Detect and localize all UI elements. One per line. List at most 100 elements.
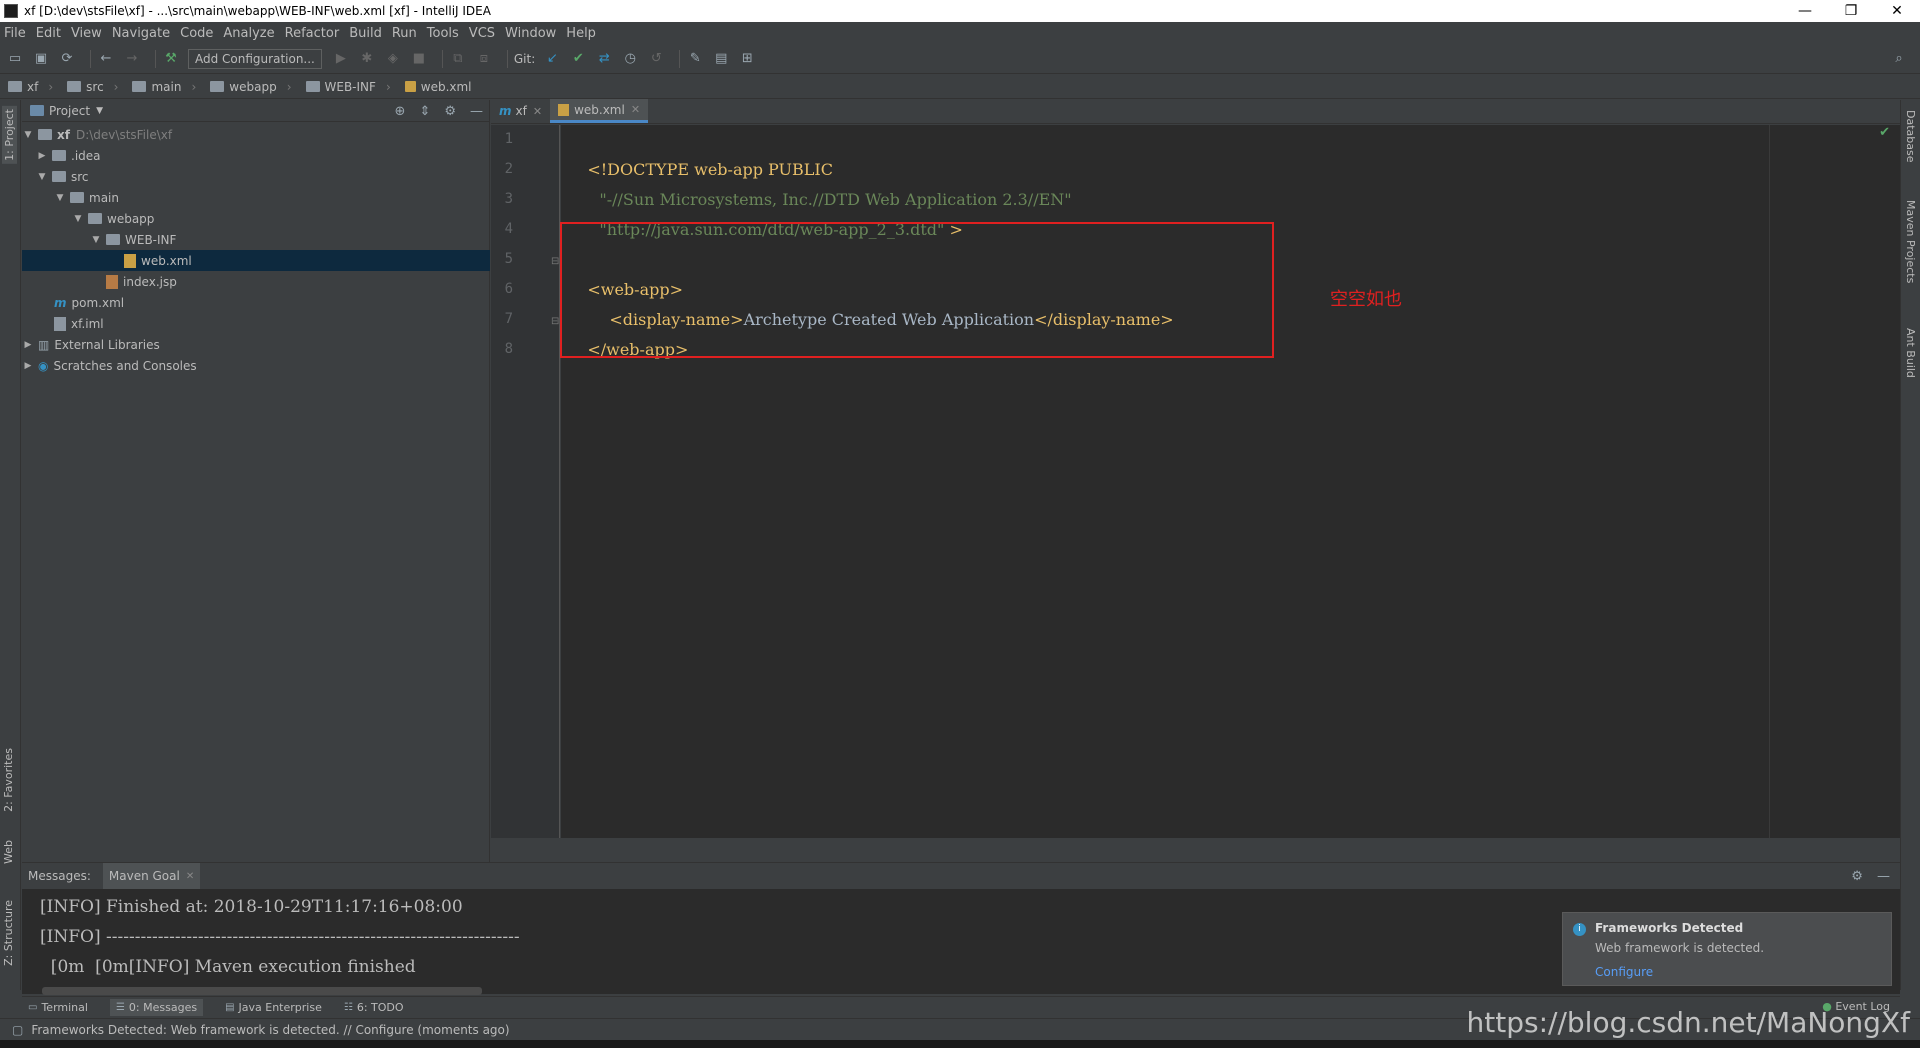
tree-expand-arrow[interactable]: ▼ <box>90 235 102 245</box>
tool-tab-project[interactable]: 1: Project <box>2 106 17 164</box>
tree-expand-arrow[interactable]: ▼ <box>72 214 84 224</box>
chevron-down-icon[interactable]: ▼ <box>96 106 103 116</box>
menu-navigate[interactable]: Navigate <box>112 26 170 41</box>
maven-icon: m <box>499 104 512 118</box>
profiler-icon[interactable]: ⧈ <box>475 50 493 68</box>
hide-panel-icon[interactable]: — <box>1877 869 1890 884</box>
tree-expand-arrow[interactable]: ▶ <box>22 361 34 371</box>
history-clock-icon[interactable]: ◷ <box>621 50 639 68</box>
tree-item-web-xml[interactable]: web.xml <box>22 250 490 271</box>
gear-icon[interactable]: ⚙ <box>1851 869 1863 884</box>
code-line-1: <!DOCTYPE web-app PUBLIC <box>587 160 833 179</box>
tree-expand-arrow[interactable]: ▶ <box>22 340 34 350</box>
tool-tab-messages[interactable]: ☰ 0: Messages <box>109 999 204 1016</box>
tree-expand-arrow[interactable]: ▼ <box>22 130 34 140</box>
coverage-icon[interactable]: ◈ <box>384 50 402 68</box>
stop-icon[interactable]: ■ <box>410 50 428 68</box>
tree-item-web-inf[interactable]: ▼ WEB-INF <box>22 229 490 250</box>
project-view-selector[interactable]: Project <box>49 104 90 118</box>
breadcrumb-item[interactable]: webapp › <box>210 80 292 94</box>
run-icon[interactable]: ▶ <box>332 50 350 68</box>
line-number: 2 <box>504 161 513 177</box>
menu-tools[interactable]: Tools <box>427 26 459 41</box>
gear-icon[interactable]: ⚙ <box>444 104 456 119</box>
save-icon[interactable]: ▣ <box>32 50 50 68</box>
revert-icon[interactable]: ↺ <box>647 50 665 68</box>
tool-tab-web[interactable]: Web <box>2 840 15 864</box>
breadcrumb-item[interactable]: web.xml <box>404 80 472 94</box>
tree-item-main[interactable]: ▼ main <box>22 187 490 208</box>
tool-tab-structure[interactable]: Z: Structure <box>2 900 15 966</box>
close-tab-icon[interactable]: ✕ <box>533 105 542 118</box>
hide-panel-icon[interactable]: — <box>470 104 483 119</box>
collapse-all-icon[interactable]: ⇕ <box>419 104 430 119</box>
forward-icon[interactable]: → <box>123 50 141 68</box>
build-hammer-icon[interactable]: ⚒ <box>162 50 180 68</box>
tree-expand-arrow[interactable]: ▼ <box>36 172 48 182</box>
menu-analyze[interactable]: Analyze <box>223 26 274 41</box>
breadcrumb-item[interactable]: xf › <box>8 80 53 94</box>
menu-edit[interactable]: Edit <box>36 26 61 41</box>
menu-file[interactable]: File <box>4 26 26 41</box>
tree-item-index-jsp[interactable]: index.jsp <box>22 271 490 292</box>
tool-tab-todo[interactable]: ☷ 6: TODO <box>344 1001 404 1014</box>
menu-refactor[interactable]: Refactor <box>285 26 340 41</box>
tool-tab-terminal[interactable]: ▭ Terminal <box>28 1001 88 1014</box>
git-update-icon[interactable]: ↙ <box>543 50 561 68</box>
add-configuration-button[interactable]: Add Configuration... <box>188 48 322 69</box>
tree-item-idea[interactable]: ▶ .idea <box>22 145 490 166</box>
folder-icon <box>106 234 120 245</box>
back-icon[interactable]: ← <box>97 50 115 68</box>
breadcrumb-item[interactable]: src › <box>67 80 118 94</box>
git-compare-icon[interactable]: ⇄ <box>595 50 613 68</box>
locate-file-icon[interactable]: ⊕ <box>395 104 406 119</box>
debug-icon[interactable]: ✱ <box>358 50 376 68</box>
menu-run[interactable]: Run <box>392 26 417 41</box>
sdk-icon[interactable]: ⊞ <box>738 50 756 68</box>
menu-code[interactable]: Code <box>180 26 213 41</box>
right-margin-guide <box>1769 125 1770 838</box>
search-everywhere-icon[interactable]: ⌕ <box>1890 50 1908 68</box>
tool-tab-java-enterprise[interactable]: ▤ Java Enterprise <box>225 1001 322 1014</box>
close-tab-icon[interactable]: ✕ <box>186 871 194 882</box>
tree-item-xf[interactable]: ▼ xf D:\dev\stsFile\xf <box>22 124 490 145</box>
menu-vcs[interactable]: VCS <box>469 26 495 41</box>
tree-item-scratches[interactable]: ▶ ◉ Scratches and Consoles <box>22 355 490 376</box>
settings-wrench-icon[interactable]: ✎ <box>686 50 704 68</box>
tool-tab-database[interactable]: Database <box>1904 110 1917 163</box>
breadcrumb-item[interactable]: WEB-INF › <box>305 80 391 94</box>
menu-help[interactable]: Help <box>566 26 596 41</box>
project-structure-icon[interactable]: ▤ <box>712 50 730 68</box>
menu-build[interactable]: Build <box>349 26 382 41</box>
configure-link[interactable]: Configure <box>1595 965 1653 979</box>
menu-view[interactable]: View <box>71 26 102 41</box>
tree-item-external-libraries[interactable]: ▶ ▥ External Libraries <box>22 334 490 355</box>
tree-item-pom-xml[interactable]: m pom.xml <box>22 292 490 313</box>
horizontal-scrollbar[interactable] <box>42 987 482 995</box>
editor-tab-web-xml[interactable]: web.xml ✕ <box>550 99 649 123</box>
fold-marker-icon[interactable]: ⊟ <box>551 256 559 267</box>
tool-tab-ant[interactable]: Ant Build <box>1904 328 1917 378</box>
tree-expand-arrow[interactable]: ▼ <box>54 193 66 203</box>
attach-debugger-icon[interactable]: ⧉ <box>449 50 467 68</box>
tree-item-src[interactable]: ▼ src <box>22 166 490 187</box>
maven-goal-tab[interactable]: Maven Goal ✕ <box>102 863 201 889</box>
tool-tab-maven[interactable]: Maven Projects <box>1904 200 1917 283</box>
menu-window[interactable]: Window <box>505 26 556 41</box>
tree-item-xf-iml[interactable]: xf.iml <box>22 313 490 334</box>
open-folder-icon[interactable]: ▭ <box>6 50 24 68</box>
close-button[interactable]: ✕ <box>1874 0 1920 22</box>
fold-marker-icon[interactable]: ⊟ <box>551 316 559 327</box>
todo-icon: ☷ <box>343 1002 353 1013</box>
tree-item-webapp[interactable]: ▼ webapp <box>22 208 490 229</box>
tree-expand-arrow[interactable]: ▶ <box>36 151 48 161</box>
close-tab-icon[interactable]: ✕ <box>631 103 640 116</box>
sync-icon[interactable]: ⟳ <box>58 50 76 68</box>
maximize-button[interactable]: ❐ <box>1828 0 1874 22</box>
git-commit-icon[interactable]: ✔ <box>569 50 587 68</box>
tool-tab-favorites[interactable]: 2: Favorites <box>2 748 15 812</box>
minimize-button[interactable]: — <box>1782 0 1828 22</box>
breadcrumb-item[interactable]: main › <box>132 80 196 94</box>
editor-tab-xf[interactable]: m xf ✕ <box>491 99 550 123</box>
status-text[interactable]: Frameworks Detected: Web framework is de… <box>31 1023 509 1037</box>
